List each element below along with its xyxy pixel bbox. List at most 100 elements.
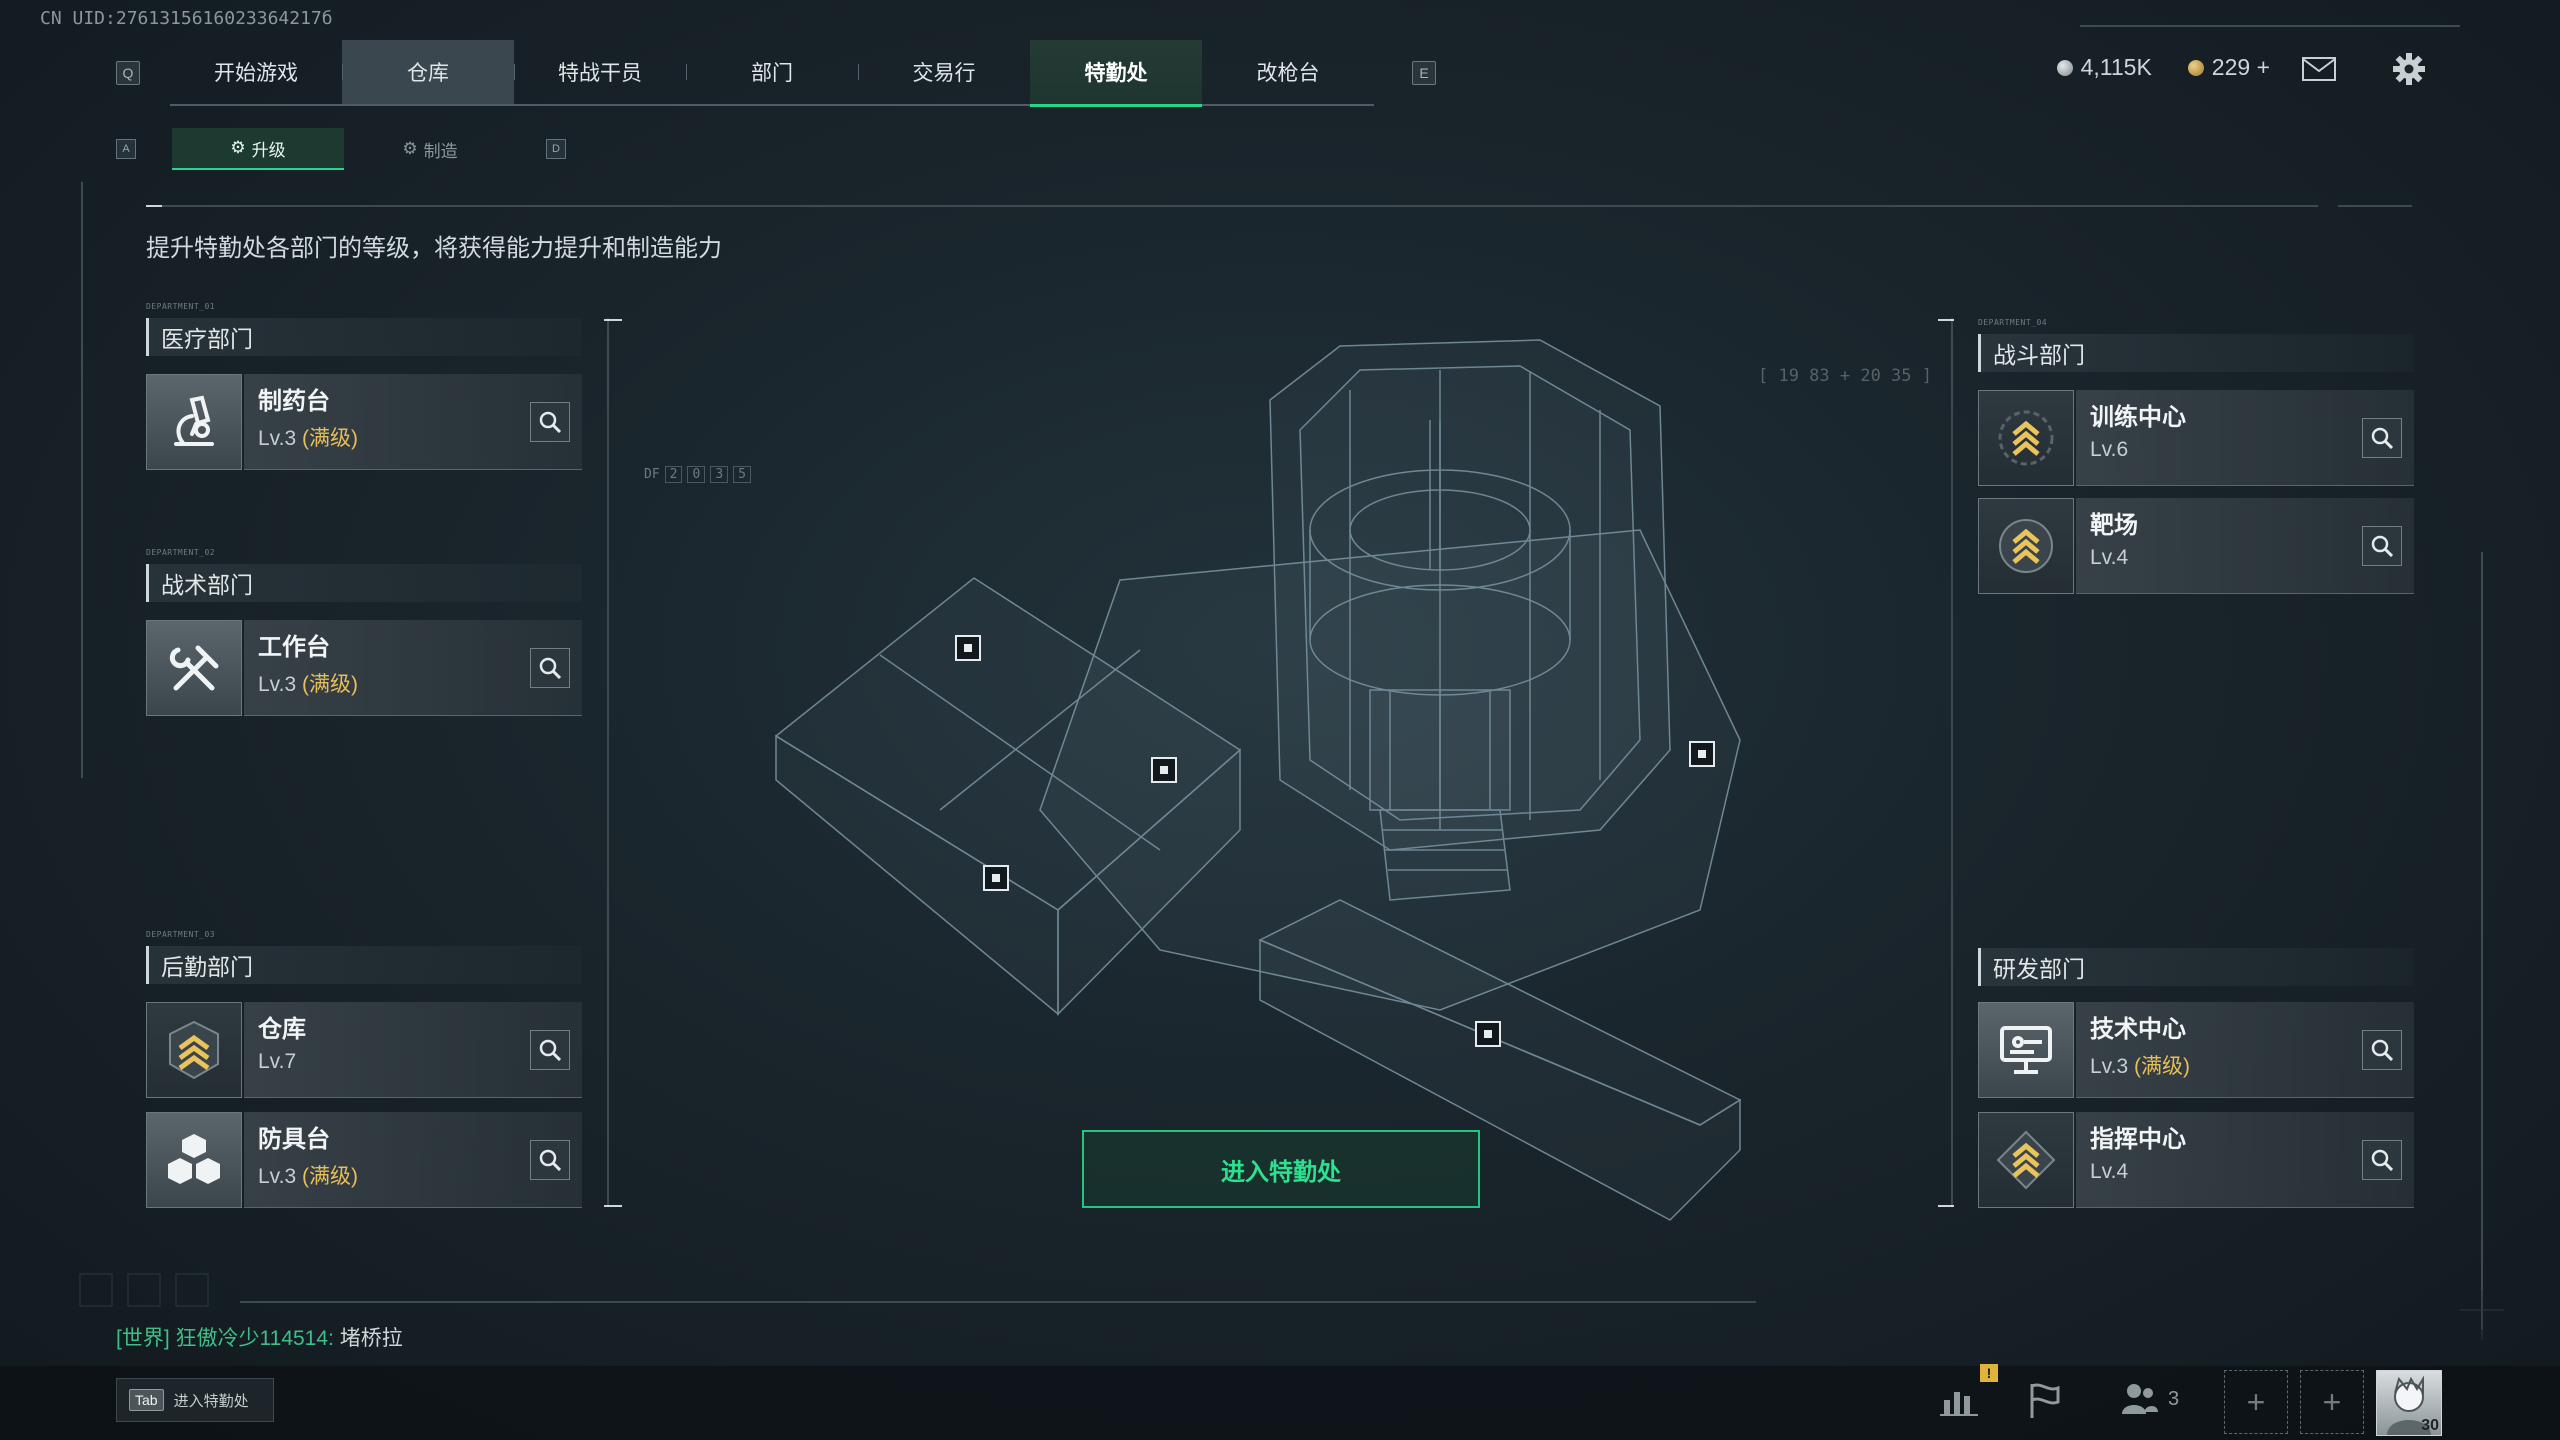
facility-card-storage[interactable]: 仓库 Lv.7 <box>146 1002 582 1098</box>
inspect-button[interactable] <box>2362 418 2402 458</box>
level-value: Lv.4 <box>2090 546 2129 569</box>
facility-card-armor-bench[interactable]: 防具台 Lv.3 (满级) <box>146 1112 582 1208</box>
dept-tag-logistics: DEPARTMENT_03 <box>146 930 216 939</box>
chat-channel: [世界] <box>116 1327 170 1350</box>
mail-icon[interactable] <box>2302 57 2336 81</box>
level-value: Lv.3 <box>2090 1055 2129 1078</box>
level-value: Lv.6 <box>2090 438 2129 461</box>
page-description: 提升特勤处各部门的等级，将获得能力提升和制造能力 <box>146 235 722 262</box>
tab-warehouse[interactable]: 仓库 <box>342 40 514 104</box>
silver-coin-icon <box>2056 60 2073 76</box>
flag-icon[interactable] <box>2024 1380 2064 1420</box>
search-icon <box>539 1149 561 1171</box>
add-gold-button[interactable]: + <box>2257 54 2270 80</box>
gold-amount: 229 <box>2211 54 2251 80</box>
settings-gear-icon[interactable] <box>2392 52 2426 86</box>
key-hint-e: E <box>1412 61 1436 85</box>
level-value: Lv.3 <box>258 427 297 450</box>
level-value: Lv.4 <box>2090 1160 2129 1183</box>
rank-chevron-icon <box>1978 498 2074 594</box>
coordinate-readout: [ 19 83 + 20 35 ] <box>1758 366 1932 386</box>
tab-department[interactable]: 部门 <box>686 40 858 104</box>
dept-title-combat: 战斗部门 <box>1993 342 2085 368</box>
plus-icon: + <box>2322 1383 2342 1420</box>
dept-tag-tactical: DEPARTMENT_02 <box>146 548 216 557</box>
facility-card-training-center[interactable]: 训练中心 Lv.6 <box>1978 390 2414 486</box>
squad-slot-add-button[interactable]: + <box>2224 1370 2288 1434</box>
stats-chart-icon[interactable] <box>1940 1378 1980 1418</box>
facility-info: 靶场 Lv.4 <box>2076 498 2414 594</box>
silver-amount: 4,115K <box>2080 54 2152 80</box>
inspect-button[interactable] <box>530 1140 570 1180</box>
key-hint-q: Q <box>116 61 140 85</box>
facility-info: 指挥中心 Lv.4 <box>2076 1112 2414 1208</box>
facility-info: 训练中心 Lv.6 <box>2076 390 2414 486</box>
rank-chevron-icon <box>1978 1112 2074 1208</box>
tab-trading[interactable]: 交易行 <box>858 40 1030 104</box>
subtab-upgrade-label: 升级 <box>251 140 286 160</box>
tab-hint-label: 进入特勤处 <box>173 1392 249 1410</box>
search-icon <box>539 657 561 679</box>
tab-start-game[interactable]: 开始游戏 <box>170 40 342 104</box>
subtab-craft[interactable]: ⚙ 制造 <box>344 129 516 169</box>
inspect-button[interactable] <box>530 1030 570 1070</box>
facility-info: 仓库 Lv.7 <box>244 1002 582 1098</box>
dept-title-tactical: 战术部门 <box>161 572 253 598</box>
subtab-upgrade[interactable]: ⚙ 升级 <box>172 128 344 170</box>
gold-currency[interactable]: 229 + <box>2187 54 2270 81</box>
sub-nav: A ⚙ 升级 ⚙ 制造 D <box>116 128 566 170</box>
dept-title-logistics: 后勤部门 <box>161 954 253 980</box>
dept-header-research: 研发部门 <box>1978 948 2414 986</box>
search-icon <box>539 1039 561 1061</box>
chat-user[interactable]: 狂傲冷少114514: <box>176 1327 334 1350</box>
inspect-button[interactable] <box>530 648 570 688</box>
tab-special-ops[interactable]: 特勤处 <box>1030 40 1202 107</box>
dept-title-medical: 医疗部门 <box>161 326 253 352</box>
subtab-craft-label: 制造 <box>423 141 458 161</box>
upgrade-icon: ⚙ <box>230 138 246 157</box>
hologram-base-model <box>774 339 1742 1221</box>
facility-info: 制药台 Lv.3 (满级) <box>244 374 582 470</box>
dept-header-medical: 医疗部门 <box>146 318 582 356</box>
enter-special-ops-button[interactable]: 进入特勤处 <box>1082 1130 1480 1208</box>
chat-text: 堵桥拉 <box>339 1327 403 1350</box>
inspect-button[interactable] <box>2362 526 2402 566</box>
tab-key-hint[interactable]: Tab 进入特勤处 <box>116 1378 274 1422</box>
level-value: Lv.7 <box>258 1050 297 1073</box>
cubes-icon <box>146 1112 242 1208</box>
alert-badge: ! <box>1980 1364 1998 1382</box>
search-icon <box>2371 1039 2393 1061</box>
player-level: 30 <box>2421 1417 2439 1434</box>
rank-chevron-icon <box>1978 390 2074 486</box>
friends-button[interactable]: 3 <box>2120 1382 2179 1416</box>
tab-operators[interactable]: 特战干员 <box>514 40 686 104</box>
inspect-button[interactable] <box>2362 1030 2402 1070</box>
computer-icon <box>1978 1002 2074 1098</box>
dept-tag-medical: DEPARTMENT_01 <box>146 302 216 311</box>
level-value: Lv.3 <box>258 1165 297 1188</box>
plus-icon: + <box>2246 1383 2266 1420</box>
facility-info: 技术中心 Lv.3 (满级) <box>2076 1002 2414 1098</box>
squad-slot-add-button[interactable]: + <box>2300 1370 2364 1434</box>
dept-header-combat: 战斗部门 <box>1978 334 2414 372</box>
facility-card-workbench[interactable]: 工作台 Lv.3 (满级) <box>146 620 582 716</box>
inspect-button[interactable] <box>530 402 570 442</box>
facility-card-command-center[interactable]: 指挥中心 Lv.4 <box>1978 1112 2414 1208</box>
inspect-button[interactable] <box>2362 1140 2402 1180</box>
key-hint-d: D <box>546 139 566 159</box>
max-level-badge: (满级) <box>301 1165 358 1188</box>
dept-header-logistics: 后勤部门 <box>146 946 582 984</box>
facility-card-tech-center[interactable]: 技术中心 Lv.3 (满级) <box>1978 1002 2414 1098</box>
facility-card-pharmacy[interactable]: 制药台 Lv.3 (满级) <box>146 374 582 470</box>
hammer-wrench-icon <box>146 620 242 716</box>
search-icon <box>2371 1149 2393 1171</box>
friends-icon <box>2122 1384 2158 1414</box>
dept-tag-combat: DEPARTMENT_04 <box>1978 318 2048 327</box>
player-avatar[interactable]: 30 <box>2376 1370 2442 1436</box>
tab-gunsmith[interactable]: 改枪台 <box>1202 40 1374 104</box>
rank-chevron-icon <box>146 1002 242 1098</box>
gold-coin-icon <box>2187 60 2204 76</box>
currency-bar: 4,115K 229 + <box>2056 54 2270 81</box>
friends-count: 3 <box>2168 1387 2180 1410</box>
facility-card-shooting-range[interactable]: 靶场 Lv.4 <box>1978 498 2414 594</box>
